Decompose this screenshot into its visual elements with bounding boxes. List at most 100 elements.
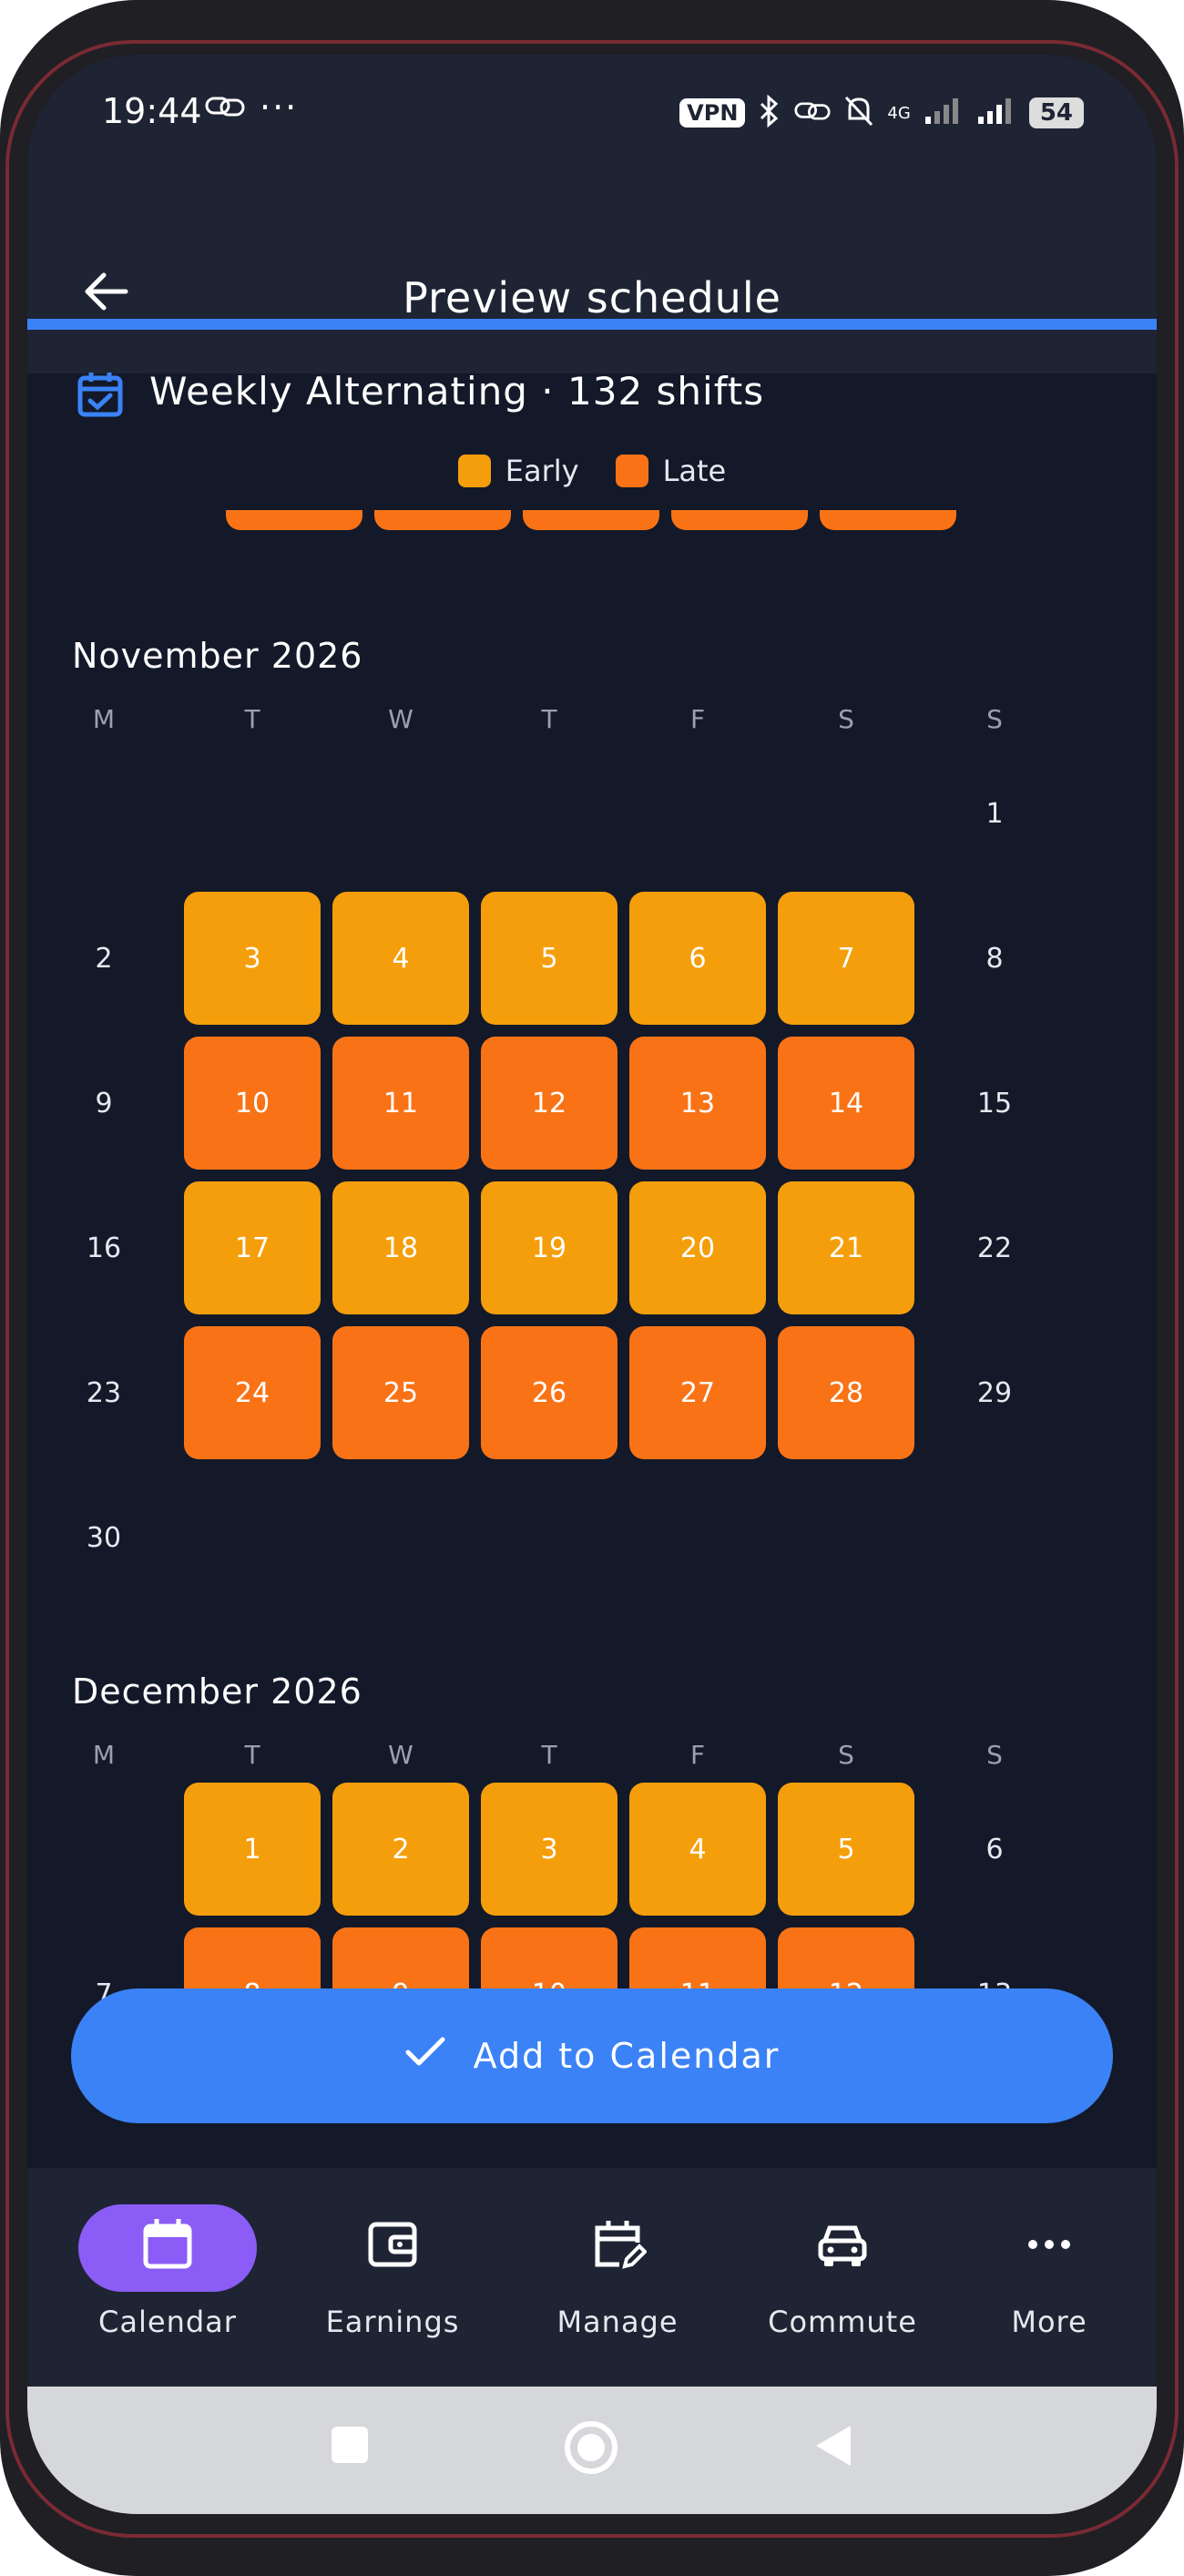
signal-icon: [924, 97, 964, 129]
calendar-day[interactable]: 23: [36, 1326, 172, 1459]
network-type: 4G: [887, 103, 911, 123]
battery-indicator: 54: [1028, 97, 1084, 128]
weekday-label: M: [92, 1740, 116, 1770]
nav-pill: [78, 2204, 257, 2292]
weekday-label: S: [986, 1740, 1003, 1770]
shift-day-late[interactable]: 11: [332, 1037, 469, 1170]
nav-pill: [528, 2204, 707, 2292]
shift-day-early[interactable]: 7: [778, 892, 914, 1025]
month-title: December 2026: [72, 1671, 362, 1712]
shift-day-late[interactable]: 26: [481, 1326, 618, 1459]
header-divider: [27, 319, 1157, 330]
weekday-label: T: [244, 1740, 260, 1770]
legend-swatch: [615, 455, 648, 487]
shift-day-early[interactable]: 2: [332, 1783, 469, 1916]
nav-item-commute[interactable]: Commute: [733, 2204, 952, 2339]
status-time: 19:44: [102, 91, 202, 131]
shift-day-late[interactable]: 10: [184, 1037, 321, 1170]
bottom-nav: Calendar Earnings Manage Commute More: [27, 2168, 1157, 2387]
calendar-day[interactable]: 9: [36, 1037, 172, 1170]
recents-icon[interactable]: [330, 2425, 370, 2469]
status-bar: 19:44 ··· VPN 4G 54: [27, 55, 1157, 173]
shift-day-early[interactable]: 17: [184, 1181, 321, 1314]
calendar-day[interactable]: 1: [926, 747, 1063, 880]
nav-item-earnings[interactable]: Earnings: [283, 2204, 502, 2339]
shift-day-late[interactable]: 28: [778, 1326, 914, 1459]
legend-swatch: [457, 455, 491, 487]
weekday-label: T: [541, 704, 557, 734]
more-icon: [1020, 2215, 1078, 2281]
nav-label: Earnings: [325, 2305, 460, 2339]
shift-day-early[interactable]: 4: [629, 1783, 766, 1916]
back-triangle-icon[interactable]: [812, 2423, 854, 2472]
nav-item-calendar[interactable]: Calendar: [58, 2204, 277, 2339]
weekday-label: M: [92, 704, 116, 734]
shift-day-late[interactable]: 27: [629, 1326, 766, 1459]
previous-month-shift: [820, 510, 956, 530]
calendar-edit-icon: [588, 2215, 648, 2281]
vpn-badge: VPN: [679, 98, 746, 128]
weekday-label: W: [388, 1740, 413, 1770]
page-title: Preview schedule: [403, 273, 781, 322]
nav-label: Manage: [556, 2305, 679, 2339]
bell-muted-icon: [843, 95, 874, 131]
calendar-scroll[interactable]: November 2026 M T W T F S S 1 2 3 4 5 6 7 8 9 10 11 12 13 14 1…: [27, 510, 1157, 2022]
calendar-day[interactable]: 16: [36, 1181, 172, 1314]
add-to-calendar-button[interactable]: Add to Calendar: [71, 1988, 1113, 2123]
shift-day-early[interactable]: 19: [481, 1181, 618, 1314]
calendar-day[interactable]: 6: [926, 1783, 1063, 1916]
shift-day-late[interactable]: 25: [332, 1326, 469, 1459]
shift-day-early[interactable]: 3: [184, 892, 321, 1025]
weekday-label: F: [689, 1740, 706, 1770]
calendar-day[interactable]: 22: [926, 1181, 1063, 1314]
home-icon[interactable]: [563, 2419, 619, 2479]
shift-day-late[interactable]: 24: [184, 1326, 321, 1459]
shift-day-early[interactable]: 4: [332, 892, 469, 1025]
calendar-day[interactable]: 2: [36, 892, 172, 1025]
calendar-day[interactable]: 29: [926, 1326, 1063, 1459]
link-icon: [205, 93, 245, 124]
shift-day-early[interactable]: 1: [184, 1783, 321, 1916]
add-button-label: Add to Calendar: [473, 2036, 781, 2076]
shift-day-early[interactable]: 3: [481, 1783, 618, 1916]
shift-day-late[interactable]: 13: [629, 1037, 766, 1170]
legend-item-late: Late: [615, 454, 727, 488]
previous-month-shift: [374, 510, 511, 530]
link-icon: [794, 97, 831, 128]
weekday-label: T: [244, 704, 260, 734]
signal-icon: [976, 97, 1016, 129]
weekday-label: W: [388, 704, 413, 734]
shift-day-early[interactable]: 6: [629, 892, 766, 1025]
shift-day-late[interactable]: 14: [778, 1037, 914, 1170]
month-title: November 2026: [72, 636, 363, 676]
nav-label: Calendar: [98, 2305, 237, 2339]
nav-label: More: [1011, 2305, 1087, 2339]
nav-label: Commute: [768, 2305, 917, 2339]
shift-day-early[interactable]: 18: [332, 1181, 469, 1314]
check-icon: [404, 2034, 446, 2079]
legend-label: Early: [505, 454, 579, 488]
previous-month-shift: [671, 510, 808, 530]
shift-day-early[interactable]: 5: [481, 892, 618, 1025]
more-status-icon: ···: [260, 87, 299, 128]
calendar-day[interactable]: 15: [926, 1037, 1063, 1170]
weekday-label: S: [838, 1740, 854, 1770]
nav-item-more[interactable]: More: [940, 2204, 1157, 2339]
schedule-title: Weekly Alternating · 132 shifts: [149, 369, 765, 414]
screen: 19:44 ··· VPN 4G 54 Preview schedule Wee…: [27, 55, 1157, 2514]
shift-day-early[interactable]: 5: [778, 1783, 914, 1916]
shift-day-early[interactable]: 20: [629, 1181, 766, 1314]
legend-label: Late: [662, 454, 727, 488]
bluetooth-icon: [758, 94, 781, 131]
shift-day-early[interactable]: 21: [778, 1181, 914, 1314]
legend: Early Late: [27, 454, 1157, 488]
calendar-day[interactable]: 30: [36, 1471, 172, 1604]
calendar-day[interactable]: 8: [926, 892, 1063, 1025]
app-bar: Preview schedule: [27, 173, 1157, 373]
nav-item-manage[interactable]: Manage: [508, 2204, 727, 2339]
weekday-label: S: [838, 704, 854, 734]
wallet-icon: [363, 2215, 422, 2281]
weekday-label: F: [689, 704, 706, 734]
system-nav-bar: [27, 2387, 1157, 2514]
shift-day-late[interactable]: 12: [481, 1037, 618, 1170]
